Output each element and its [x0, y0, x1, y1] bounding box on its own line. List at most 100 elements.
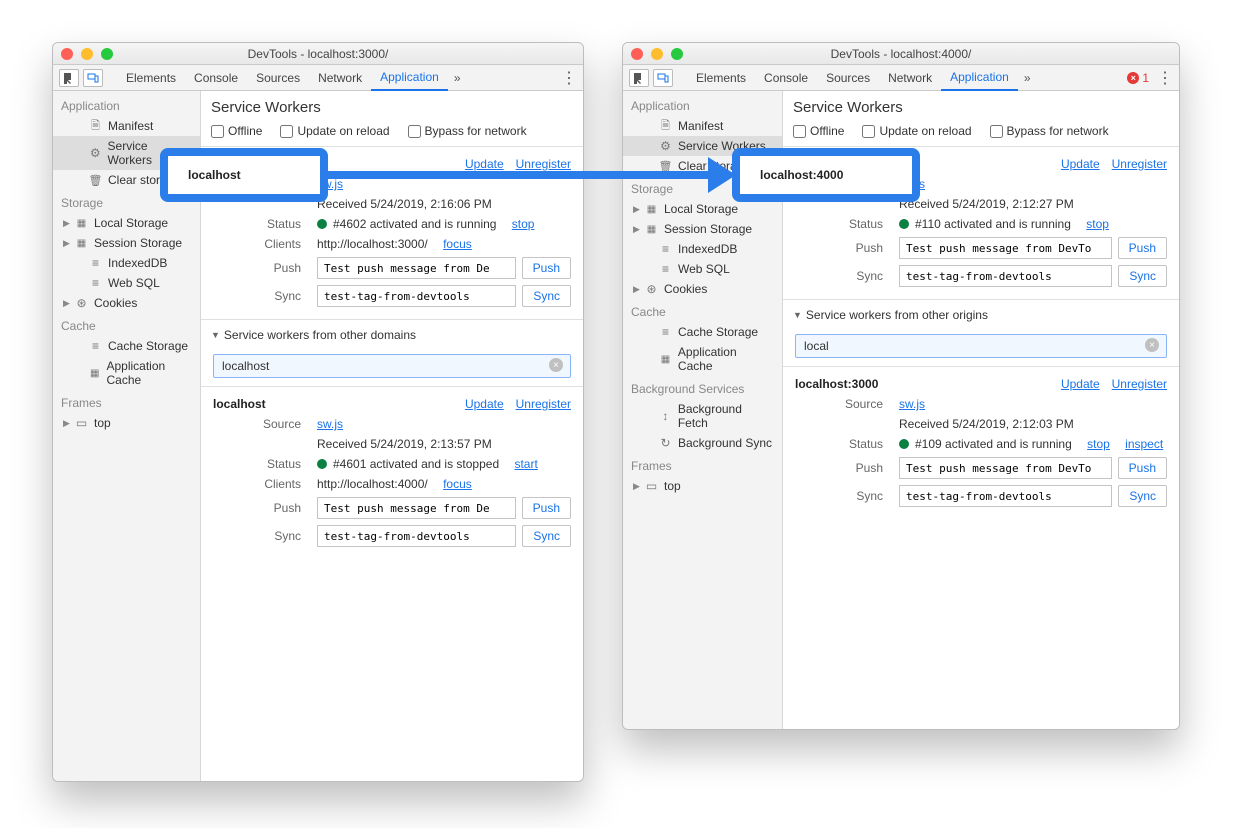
device-toggle-icon[interactable]: [83, 69, 103, 87]
close-icon[interactable]: [61, 48, 73, 60]
start-link[interactable]: start: [514, 457, 537, 471]
sidebar-item-manifest[interactable]: Manifest: [623, 116, 782, 136]
clear-filter-icon[interactable]: ×: [549, 358, 563, 372]
minimize-icon[interactable]: [651, 48, 663, 60]
sidebar-item-service-workers[interactable]: Service Workers: [53, 136, 200, 170]
update-link[interactable]: Update: [465, 397, 504, 411]
sidebar-item-session-storage[interactable]: ▶Session Storage: [623, 219, 782, 239]
sidebar-item-clear-storage[interactable]: Clear storage: [53, 170, 200, 190]
tab-application[interactable]: Application: [371, 65, 448, 91]
sync-input[interactable]: [899, 265, 1112, 287]
unregister-link[interactable]: Unregister: [1112, 157, 1167, 171]
sidebar-item-service-workers[interactable]: Service Workers: [623, 136, 782, 156]
devtools-window-left: DevTools - localhost:3000/ Elements Cons…: [52, 42, 584, 782]
sidebar-item-top-frame[interactable]: ▶top: [53, 413, 200, 433]
stop-link[interactable]: stop: [512, 217, 535, 231]
zoom-icon[interactable]: [101, 48, 113, 60]
tab-network[interactable]: Network: [879, 65, 941, 91]
tab-console[interactable]: Console: [185, 65, 247, 91]
source-link[interactable]: sw.js: [317, 177, 343, 191]
tab-sources[interactable]: Sources: [247, 65, 309, 91]
chevron-down-icon[interactable]: ▼: [793, 310, 802, 320]
sidebar-item-indexeddb[interactable]: IndexedDB: [623, 239, 782, 259]
zoom-icon[interactable]: [671, 48, 683, 60]
focus-link[interactable]: focus: [443, 237, 472, 251]
stop-link[interactable]: stop: [1086, 217, 1109, 231]
push-input[interactable]: [899, 237, 1112, 259]
update-link[interactable]: Update: [1061, 157, 1100, 171]
error-indicator[interactable]: ×1: [1127, 71, 1149, 85]
sidebar-item-cookies[interactable]: ▶Cookies: [623, 279, 782, 299]
stop-link[interactable]: stop: [1087, 437, 1110, 451]
tab-network[interactable]: Network: [309, 65, 371, 91]
more-tabs-icon[interactable]: »: [454, 71, 461, 85]
source-link[interactable]: sw.js: [317, 417, 343, 431]
tab-application[interactable]: Application: [941, 65, 1018, 91]
tab-sources[interactable]: Sources: [817, 65, 879, 91]
other-domains-section: ▼Service workers from other domains: [201, 319, 583, 346]
offline-checkbox[interactable]: Offline: [793, 124, 844, 138]
update-link[interactable]: Update: [1061, 377, 1100, 391]
sidebar-item-session-storage[interactable]: ▶Session Storage: [53, 233, 200, 253]
sync-button[interactable]: Sync: [522, 525, 571, 547]
sync-button[interactable]: Sync: [1118, 265, 1167, 287]
tab-console[interactable]: Console: [755, 65, 817, 91]
sidebar-item-background-fetch[interactable]: Background Fetch: [623, 399, 782, 433]
device-toggle-icon[interactable]: [653, 69, 673, 87]
filter-input[interactable]: [213, 354, 571, 378]
inspect-element-icon[interactable]: [59, 69, 79, 87]
sync-input[interactable]: [317, 285, 516, 307]
push-button[interactable]: Push: [522, 497, 571, 519]
unregister-link[interactable]: Unregister: [516, 157, 571, 171]
sidebar-item-websql[interactable]: Web SQL: [53, 273, 200, 293]
sidebar-item-application-cache[interactable]: Application Cache: [53, 356, 200, 390]
update-on-reload-checkbox[interactable]: Update on reload: [280, 124, 389, 138]
sidebar-item-indexeddb[interactable]: IndexedDB: [53, 253, 200, 273]
sync-button[interactable]: Sync: [1118, 485, 1167, 507]
sync-input[interactable]: [317, 525, 516, 547]
push-button[interactable]: Push: [522, 257, 571, 279]
inspect-element-icon[interactable]: [629, 69, 649, 87]
chevron-down-icon[interactable]: ▼: [211, 330, 220, 340]
grid-icon: [75, 237, 88, 250]
unregister-link[interactable]: Unregister: [516, 397, 571, 411]
update-on-reload-checkbox[interactable]: Update on reload: [862, 124, 971, 138]
push-input[interactable]: [899, 457, 1112, 479]
sidebar-item-cache-storage[interactable]: Cache Storage: [623, 322, 782, 342]
source-link[interactable]: sw.js: [899, 177, 925, 191]
unregister-link[interactable]: Unregister: [1112, 377, 1167, 391]
sidebar-item-manifest[interactable]: Manifest: [53, 116, 200, 136]
clear-filter-icon[interactable]: ×: [1145, 338, 1159, 352]
sync-button[interactable]: Sync: [522, 285, 571, 307]
menu-icon[interactable]: ⋮: [561, 68, 577, 88]
bypass-checkbox[interactable]: Bypass for network: [408, 124, 527, 138]
push-input[interactable]: [317, 497, 516, 519]
titlebar: DevTools - localhost:4000/: [623, 43, 1179, 65]
source-link[interactable]: sw.js: [899, 397, 925, 411]
sidebar-item-top-frame[interactable]: ▶top: [623, 476, 782, 496]
offline-checkbox[interactable]: Offline: [211, 124, 262, 138]
close-icon[interactable]: [631, 48, 643, 60]
push-input[interactable]: [317, 257, 516, 279]
inspect-link[interactable]: inspect: [1125, 437, 1163, 451]
focus-link[interactable]: focus: [443, 477, 472, 491]
more-tabs-icon[interactable]: »: [1024, 71, 1031, 85]
minimize-icon[interactable]: [81, 48, 93, 60]
bypass-checkbox[interactable]: Bypass for network: [990, 124, 1109, 138]
filter-input[interactable]: [795, 334, 1167, 358]
sidebar-item-cache-storage[interactable]: Cache Storage: [53, 336, 200, 356]
push-button[interactable]: Push: [1118, 457, 1167, 479]
tab-elements[interactable]: Elements: [687, 65, 755, 91]
tab-elements[interactable]: Elements: [117, 65, 185, 91]
sidebar-item-local-storage[interactable]: ▶Local Storage: [623, 199, 782, 219]
sidebar-item-application-cache[interactable]: Application Cache: [623, 342, 782, 376]
frame-icon: [75, 417, 88, 430]
sync-input[interactable]: [899, 485, 1112, 507]
sidebar-item-background-sync[interactable]: Background Sync: [623, 433, 782, 453]
sidebar-item-local-storage[interactable]: ▶Local Storage: [53, 213, 200, 233]
sidebar-item-websql[interactable]: Web SQL: [623, 259, 782, 279]
update-link[interactable]: Update: [465, 157, 504, 171]
push-button[interactable]: Push: [1118, 237, 1167, 259]
menu-icon[interactable]: ⋮: [1157, 68, 1173, 88]
sidebar-item-cookies[interactable]: ▶Cookies: [53, 293, 200, 313]
